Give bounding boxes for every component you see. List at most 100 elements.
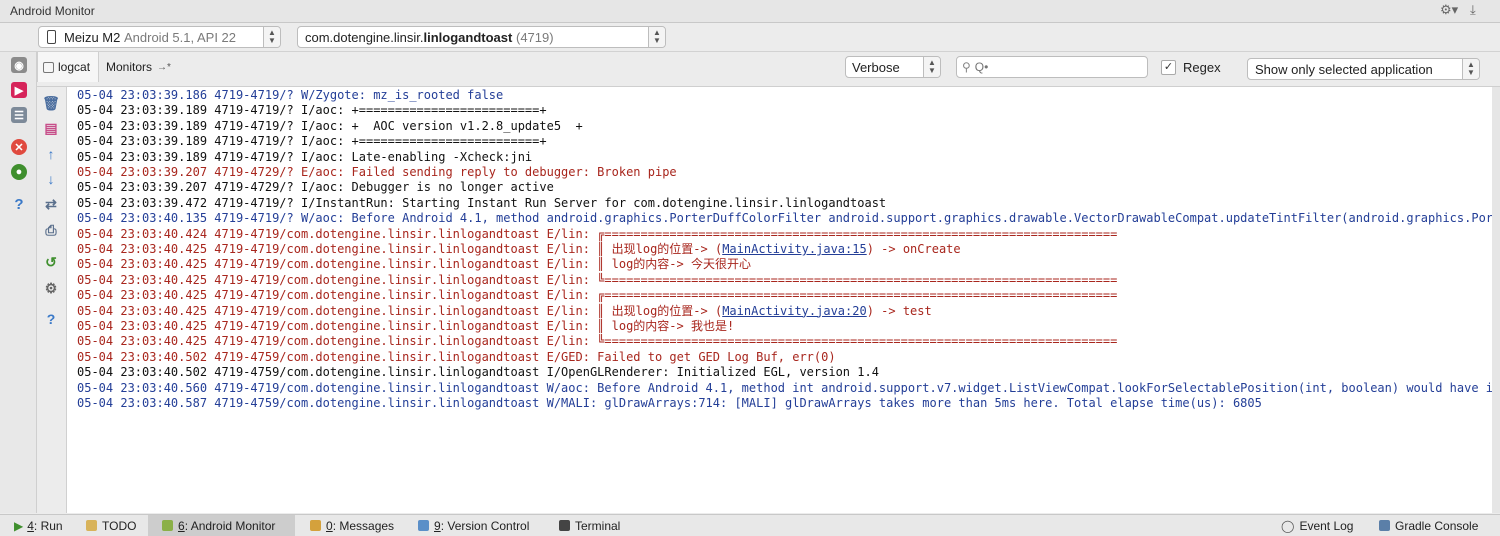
tab-logcat[interactable]: logcat [37,52,99,82]
logcat-toolbar: 🗑 ▤ ↑ ↓ ⇄ ⎙ ↺ ⚙ ? [37,87,67,513]
messages-tab-num: 0 [326,518,333,533]
phone-icon [47,30,56,44]
down-arrow-icon[interactable]: ↓ [43,171,59,187]
process-prefix: com.dotengine.linsir. [305,29,424,45]
regex-checkbox[interactable]: ✓ [1161,60,1176,75]
clear-log-icon[interactable]: 🗑 [42,95,60,111]
layout-inspector-icon[interactable]: ● [11,164,27,180]
log-line-text: 05-04 23:03:40.135 4719-4719/? W/aoc: Be… [77,211,1492,226]
status-bar: ▶ 4: Run TODO 6: Android Monitor 0: Mess… [0,514,1500,536]
vcs-tab-label: : Version Control [440,518,530,533]
log-line: 05-04 23:03:40.560 4719-4719/com.dotengi… [77,381,1492,396]
vcs-tab-num: 9 [434,518,441,533]
terminate-icon[interactable]: ✕ [11,139,27,155]
scope-select[interactable]: Show only selected application ▲ ▼ [1247,58,1480,80]
log-line-text: 05-04 23:03:40.425 4719-4719/com.dotengi… [77,242,723,256]
log-level-value: Verbose [852,59,900,75]
terminal-icon [559,520,570,531]
log-line-text: 05-04 23:03:40.502 4719-4759/com.dotengi… [77,349,836,364]
terminal-tab-label: Terminal [575,518,621,533]
run-tab[interactable]: ▶ 4: Run [14,515,63,536]
scope-value: Show only selected application [1255,61,1433,77]
title-bar: Android Monitor ⚙▾ ⤓ [0,0,1500,23]
log-line: 05-04 23:03:40.425 4719-4719/com.dotengi… [77,319,734,334]
left-toolbar: ◉ ▶ ☰ ✕ ● ? [0,52,37,513]
right-tool-strip [1492,87,1500,513]
help-icon[interactable]: ? [11,196,27,213]
device-detail: Android 5.1, API 22 [123,29,237,45]
event-log-label: Event Log [1299,518,1354,533]
tab-monitors[interactable]: Monitors →* [106,52,186,82]
settings-icon[interactable]: ⚙ [43,280,59,296]
monitor-tab-label: : Android Monitor [184,518,276,533]
restart-icon[interactable]: ↺ [43,254,59,270]
logcat-icon [43,61,54,73]
log-level-select[interactable]: Verbose ▲ ▼ [845,56,941,78]
system-info-icon[interactable]: ☰ [11,107,27,123]
regex-label: Regex [1183,60,1221,75]
log-line: 05-04 23:03:39.207 4719-4729/? I/aoc: De… [77,180,554,195]
monitor-tab-num: 6 [178,518,185,533]
messages-tab-label: : Messages [332,518,395,533]
process-select[interactable]: com.dotengine.linsir. linlogandtoast (471… [297,26,666,48]
log-line-text: 05-04 23:03:40.425 4719-4719/com.dotengi… [77,288,1118,303]
todo-tab-label: TODO [102,518,137,533]
search-field[interactable]: ⚲ [956,56,1148,78]
search-icon: ⚲ [962,60,971,74]
version-control-tab[interactable]: 9: Version Control [418,515,529,536]
todo-icon [86,520,97,531]
log-line-text: 05-04 23:03:40.425 4719-4719/com.dotengi… [77,303,723,318]
log-line: 05-04 23:03:40.425 4719-4719/com.dotengi… [77,242,961,257]
log-line: 05-04 23:03:39.189 4719-4719/? I/aoc: La… [77,150,532,165]
log-line-text: 05-04 23:03:40.425 4719-4719/com.dotengi… [77,272,1118,287]
scroll-to-end-icon[interactable]: ▤ [43,120,59,136]
todo-tab[interactable]: TODO [86,515,136,536]
source-link[interactable]: MainActivity.java:15 [722,242,867,256]
vcs-icon [418,520,429,531]
screenshot-icon[interactable]: ◉ [11,57,27,73]
messages-tab[interactable]: 0: Messages [310,515,394,536]
search-input[interactable] [972,59,1137,75]
screen-record-icon[interactable]: ▶ [11,82,27,98]
log-line-text: 05-04 23:03:40.424 4719-4719/com.dotengi… [77,226,1118,241]
log-line: 05-04 23:03:40.425 4719-4719/com.dotengi… [77,257,751,272]
gear-icon[interactable]: ⚙▾ [1440,2,1458,18]
gradle-console-label: Gradle Console [1395,518,1479,533]
log-line: 05-04 23:03:40.424 4719-4719/com.dotengi… [77,227,1117,242]
chevron-updown-icon: ▲ ▼ [648,27,665,47]
log-line-text: 05-04 23:03:39.189 4719-4719/? I/aoc: La… [77,149,533,164]
chevron-updown-icon: ▲ ▼ [923,57,940,77]
run-icon: ▶ [14,518,24,533]
log-line-text: 05-04 23:03:39.207 4719-4729/? E/aoc: Fa… [77,165,677,179]
print-icon[interactable]: ⎙ [43,222,59,238]
help-icon[interactable]: ? [43,311,59,327]
up-arrow-icon[interactable]: ↑ [43,146,59,162]
log-line: 05-04 23:03:39.189 4719-4719/? I/aoc: +=… [77,103,547,118]
logcat-output[interactable]: 05-04 23:03:39.186 4719-4719/? W/Zygote:… [67,87,1492,513]
chevron-updown-icon: ▲ ▼ [1462,59,1479,79]
soft-wrap-icon[interactable]: ⇄ [43,196,59,212]
log-line-text: 05-04 23:03:40.502 4719-4759/com.dotengi… [77,365,879,380]
log-line-text: 05-04 23:03:40.425 4719-4719/com.dotengi… [77,334,1118,349]
source-link[interactable]: MainActivity.java:20 [722,304,867,318]
tab-logcat-label: logcat [58,60,91,74]
messages-icon [310,520,321,531]
tab-monitors-label: Monitors [106,60,153,74]
log-line-text: 05-04 23:03:39.189 4719-4719/? I/aoc: + … [77,118,583,133]
log-line: 05-04 23:03:40.425 4719-4719/com.dotengi… [77,304,932,319]
gradle-console-tab[interactable]: Gradle Console [1379,515,1478,536]
log-line-text: 05-04 23:03:40.425 4719-4719/com.dotengi… [77,257,751,272]
gradle-icon [1379,520,1390,531]
device-bar: Meizu M2 Android 5.1, API 22 ▲ ▼ com.dote… [0,23,1500,52]
log-line: 05-04 23:03:39.207 4719-4729/? E/aoc: Fa… [77,165,677,180]
event-log-icon: ◯ [1281,518,1295,533]
terminal-tab[interactable]: Terminal [559,515,620,536]
device-select[interactable]: Meizu M2 Android 5.1, API 22 ▲ ▼ [38,26,281,48]
log-line-text: 05-04 23:03:39.472 4719-4719/? I/Instant… [77,195,887,210]
event-log-tab[interactable]: ◯ Event Log [1281,515,1353,536]
hide-panel-icon[interactable]: ⤓ [1470,2,1476,18]
tab-strip: logcat Monitors →* Verbose ▲▼ ⚲ ✓ Regex … [37,52,1500,87]
log-line-text: 05-04 23:03:39.207 4719-4729/? I/aoc: De… [77,180,554,195]
run-tab-label: : Run [33,518,63,533]
android-monitor-tab[interactable]: 6: Android Monitor [148,515,295,536]
